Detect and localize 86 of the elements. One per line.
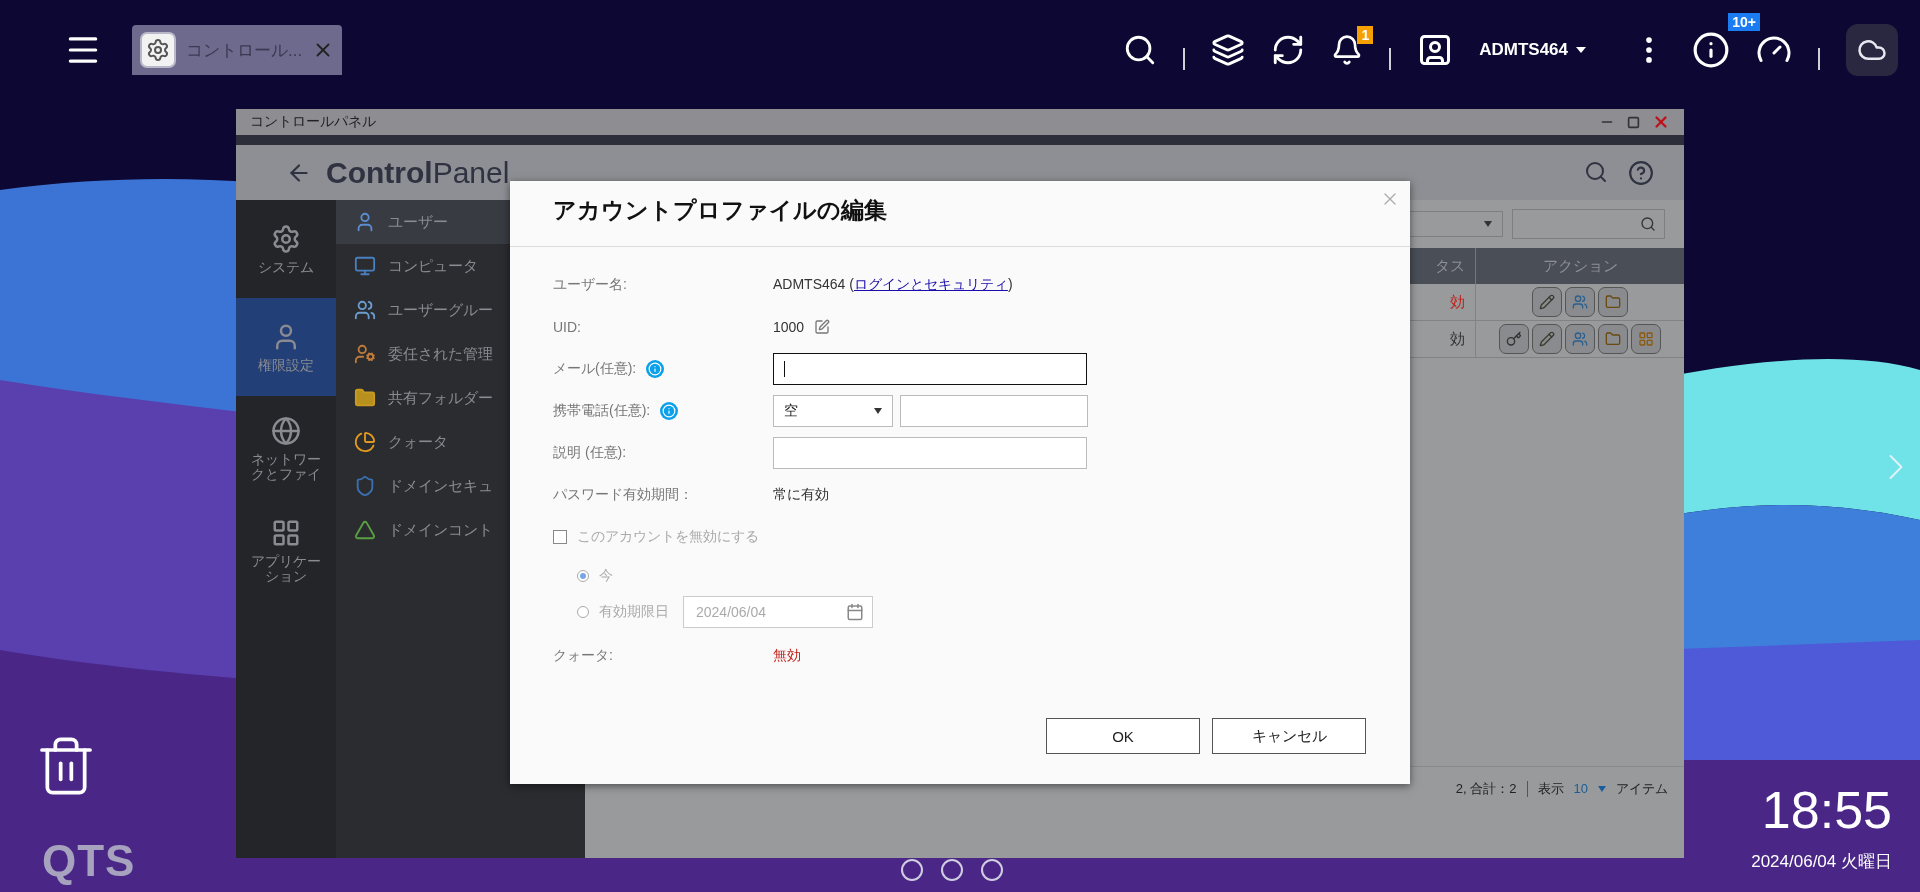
maximize-icon[interactable] [1627,115,1640,129]
radio-button[interactable] [577,606,589,618]
folder-icon [354,387,376,409]
field-label: 携帯電話(任意): [553,402,651,420]
folder-button[interactable] [1598,287,1628,317]
people-icon [1572,294,1588,310]
field-label: クォータ: [553,647,613,665]
unit-label: アイテム [1616,779,1668,798]
key-button[interactable] [1499,324,1529,354]
pencil-icon [1539,294,1555,310]
uid-text: 1000 [773,319,805,335]
pencil-button[interactable] [1532,324,1562,354]
user-menu[interactable]: ADMTS464 [1479,40,1586,60]
field-label: UID: [553,319,581,335]
dock-icon[interactable] [940,858,964,882]
login-security-link[interactable]: ログインとセキュリティ [853,276,1008,292]
people-icon [354,299,376,321]
text-cursor [784,361,785,377]
search-field[interactable] [1512,209,1665,239]
triangle-icon [354,519,376,541]
people-icon [1572,331,1588,347]
date-field[interactable]: 2024/06/04 [683,596,873,628]
edit-icon[interactable] [814,319,831,335]
people-button[interactable] [1565,287,1595,317]
layers-icon[interactable] [1211,33,1246,67]
grid-icon [1638,331,1654,347]
shield-icon [354,475,376,497]
field-label: パスワード有効期間： [553,486,693,504]
app-title: ControlPanel [326,155,510,190]
table-cell: 効 [1450,329,1465,349]
phone-input-field[interactable] [900,395,1088,427]
input-field[interactable] [773,437,1087,469]
ok-button[interactable]: OK [1046,718,1200,754]
info-badge: 10+ [1728,13,1760,31]
globe-icon [271,416,301,447]
column-header: アクション [1475,248,1684,284]
page-size-dropdown[interactable]: 10 [1573,781,1588,796]
caret-icon[interactable] [1598,785,1606,792]
app-tab[interactable]: コントロール... [132,25,343,75]
dock-icon[interactable] [900,858,924,882]
nav-item[interactable]: システム [236,200,336,298]
monitor-icon [354,255,376,277]
folder-icon [1605,331,1621,347]
gear-icon [271,223,301,254]
nav-item[interactable]: ネットワークとファイ [236,396,336,502]
username-text: ADMTS464 (ログインとセキュリティ) [773,276,1013,294]
radio-label: 今 [599,567,613,585]
qts-logo: QTS [42,836,136,886]
key-icon [1506,331,1522,347]
folder-button[interactable] [1598,324,1628,354]
nav-item[interactable]: 権限設定 [236,298,336,396]
date-text: 2024/06/04 火曜日 [1751,851,1892,873]
search-icon [1640,216,1656,232]
quota-status: 無効 [773,647,801,665]
country-code-dropdown[interactable]: 空 [773,395,893,427]
person-icon [354,343,376,365]
cancel-button[interactable]: キャンセル [1212,718,1366,754]
field-label: ユーザー名: [553,276,627,294]
pie-chart-icon [354,431,376,453]
info-icon[interactable] [1692,31,1730,69]
radio-label: 有効期限日 [599,603,669,621]
checkbox-label: このアカウントを無効にする [577,528,759,546]
gear-icon [140,32,176,68]
total-text: 2, 合計：2 [1455,779,1517,798]
window-title: コントロールパネル [250,113,376,131]
radio-button[interactable] [577,570,589,582]
table-cell: 効 [1450,292,1465,312]
folder-icon [1605,294,1621,310]
calendar-icon[interactable] [846,603,864,621]
field-label: メール(任意): [553,360,637,378]
password-expiry-text: 常に有効 [773,486,829,504]
input-field[interactable] [773,353,1087,385]
dock-icon[interactable] [980,858,1004,882]
notification-badge: 1 [1357,26,1374,44]
clock-text: 18:55 [1761,780,1892,840]
grid-button[interactable] [1631,324,1661,354]
nav-item[interactable]: アプリケーション [236,502,336,600]
cloud-button[interactable] [1846,24,1898,76]
column-header: タス [1410,248,1475,284]
show-label: 表示 [1537,779,1564,798]
field-label: 説明 (任意): [553,444,627,462]
grid-icon [271,518,301,549]
people-button[interactable] [1565,324,1595,354]
help-icon[interactable] [1628,159,1654,186]
pencil-icon [1539,331,1555,347]
pencil-button[interactable] [1532,287,1562,317]
